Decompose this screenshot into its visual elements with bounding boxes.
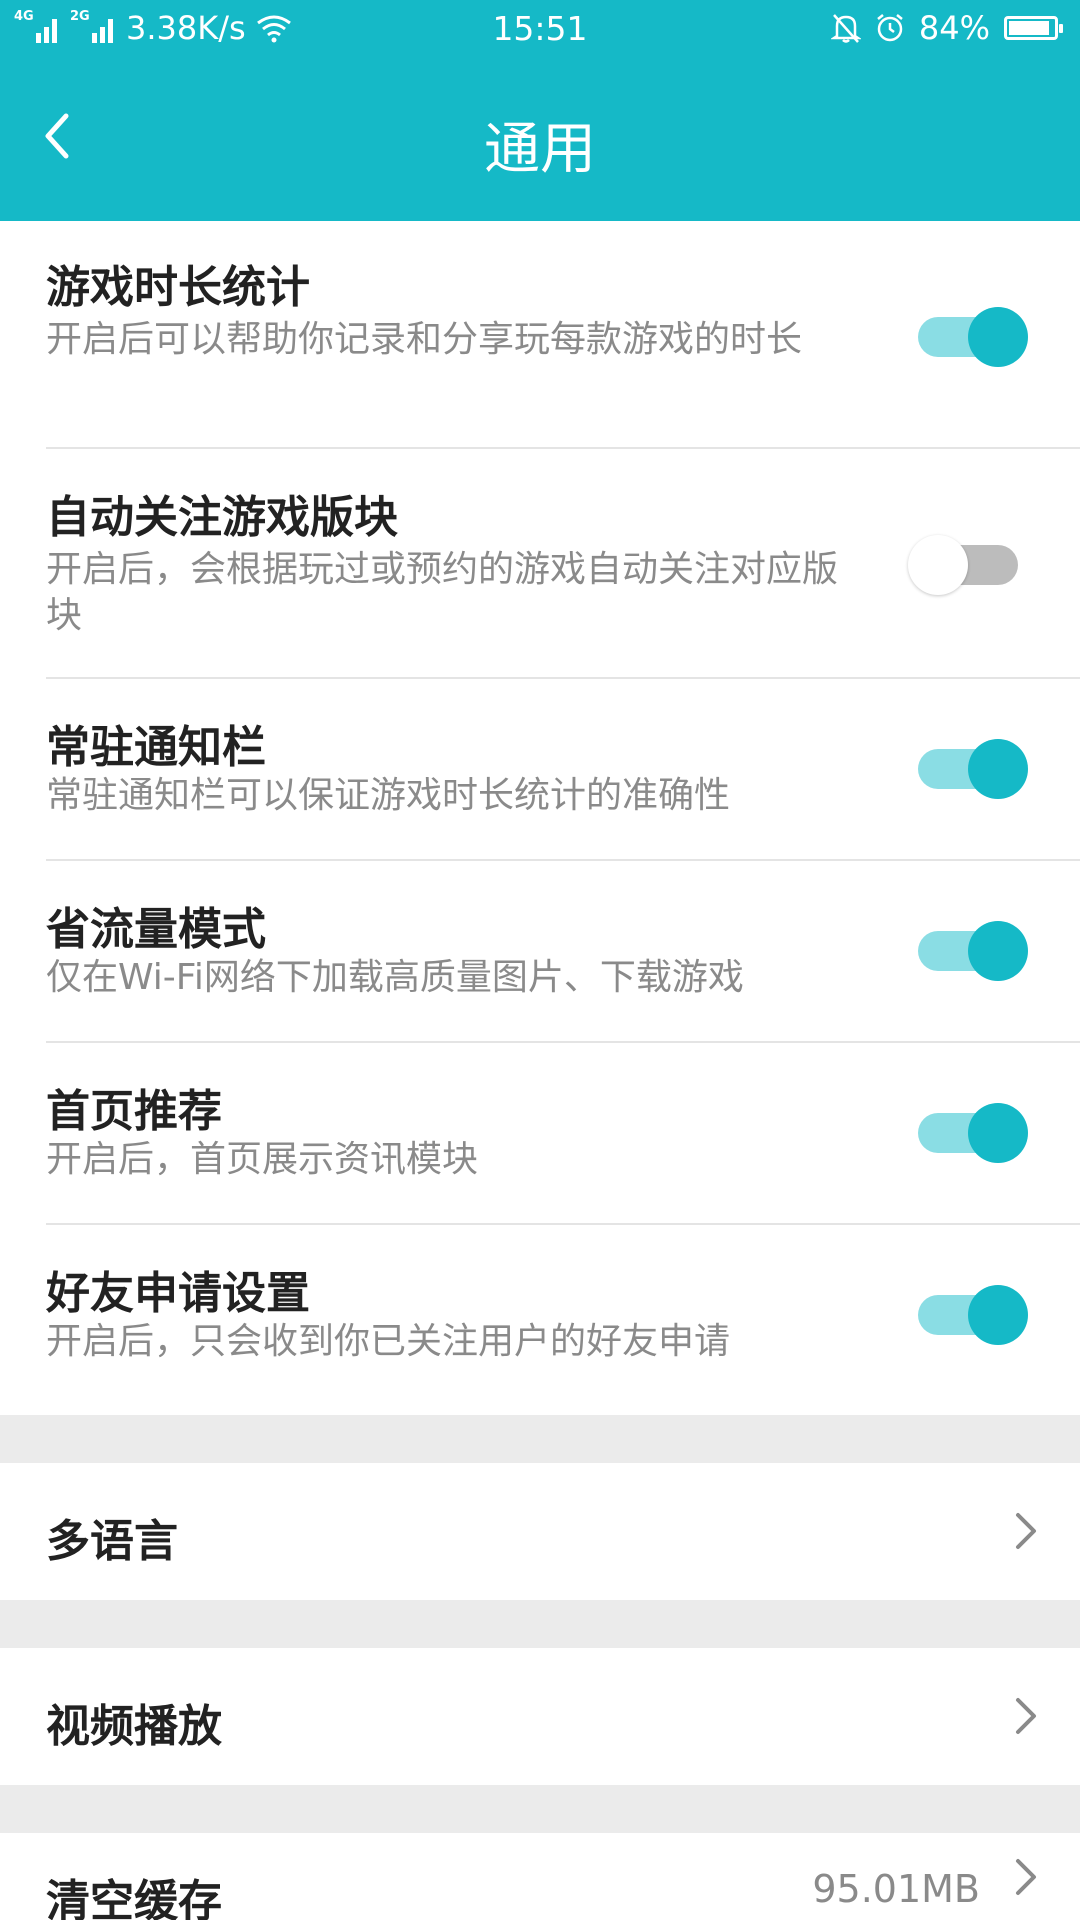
cache-size-value: 95.01MB xyxy=(812,1867,980,1911)
toggle-switch[interactable] xyxy=(908,307,1028,367)
battery-percent: 84% xyxy=(918,9,990,47)
nav-item-label: 视频播放 xyxy=(46,1701,222,1752)
chevron-right-icon xyxy=(1016,1859,1036,1895)
setting-title: 常驻通知栏 xyxy=(46,722,266,773)
nav-item-label: 清空缓存 xyxy=(46,1876,222,1920)
toggle-switch[interactable] xyxy=(908,1285,1028,1345)
setting-row-data-saver: 省流量模式 仅在Wi-Fi网络下加载高质量图片、下载游戏 xyxy=(0,861,1080,1043)
bell-muted-icon xyxy=(830,14,861,43)
setting-row-play-time: 游戏时长统计 开启后可以帮助你记录和分享玩每款游戏的时长 xyxy=(0,221,1080,449)
nav-item-clear-cache[interactable]: 清空缓存 95.01MB xyxy=(0,1833,1080,1920)
setting-title: 首页推荐 xyxy=(46,1086,222,1137)
setting-title: 好友申请设置 xyxy=(46,1268,310,1319)
toggle-switch[interactable] xyxy=(908,535,1028,595)
chevron-right-icon xyxy=(1016,1698,1036,1734)
setting-row-notification: 常驻通知栏 常驻通知栏可以保证游戏时长统计的准确性 xyxy=(0,679,1080,861)
setting-row-friend-request: 好友申请设置 开启后，只会收到你已关注用户的好友申请 xyxy=(0,1225,1080,1415)
setting-title: 自动关注游戏版块 xyxy=(46,492,398,543)
setting-subtitle: 开启后，首页展示资讯模块 xyxy=(46,1139,479,1180)
alarm-icon xyxy=(877,14,903,42)
nav-item-language[interactable]: 多语言 xyxy=(0,1463,1080,1600)
status-bar: 4G 2G 3.38K/s 15:51 84% xyxy=(0,0,1080,58)
setting-subtitle: 常驻通知栏可以保证游戏时长统计的准确性 xyxy=(46,775,731,816)
setting-row-auto-follow: 自动关注游戏版块 开启后，会根据玩过或预约的游戏自动关注对应版块 xyxy=(0,449,1080,679)
toggle-switch[interactable] xyxy=(908,921,1028,981)
toggle-settings-list: 游戏时长统计 开启后可以帮助你记录和分享玩每款游戏的时长 自动关注游戏版块 开启… xyxy=(0,221,1080,1415)
status-right: 84% xyxy=(830,9,1063,47)
nav-item-label: 多语言 xyxy=(46,1516,178,1567)
nav-item-video-playback[interactable]: 视频播放 xyxy=(0,1648,1080,1785)
setting-subtitle: 开启后，只会收到你已关注用户的好友申请 xyxy=(46,1321,731,1362)
toggle-switch[interactable] xyxy=(908,1103,1028,1163)
setting-subtitle: 开启后，会根据玩过或预约的游戏自动关注对应版块 xyxy=(46,549,839,636)
setting-subtitle: 开启后可以帮助你记录和分享玩每款游戏的时长 xyxy=(46,319,803,360)
setting-title: 省流量模式 xyxy=(46,904,266,955)
setting-subtitle: 仅在Wi-Fi网络下加载高质量图片、下载游戏 xyxy=(46,957,744,998)
app-bar: 4G 2G 3.38K/s 15:51 84% 通用 xyxy=(0,0,1080,221)
page-title: 通用 xyxy=(484,117,596,182)
setting-title: 游戏时长统计 xyxy=(46,262,310,313)
setting-row-home-recommend: 首页推荐 开启后，首页展示资讯模块 xyxy=(0,1043,1080,1225)
battery-icon xyxy=(1004,16,1063,40)
toggle-switch[interactable] xyxy=(908,739,1028,799)
chevron-right-icon xyxy=(1016,1513,1036,1549)
